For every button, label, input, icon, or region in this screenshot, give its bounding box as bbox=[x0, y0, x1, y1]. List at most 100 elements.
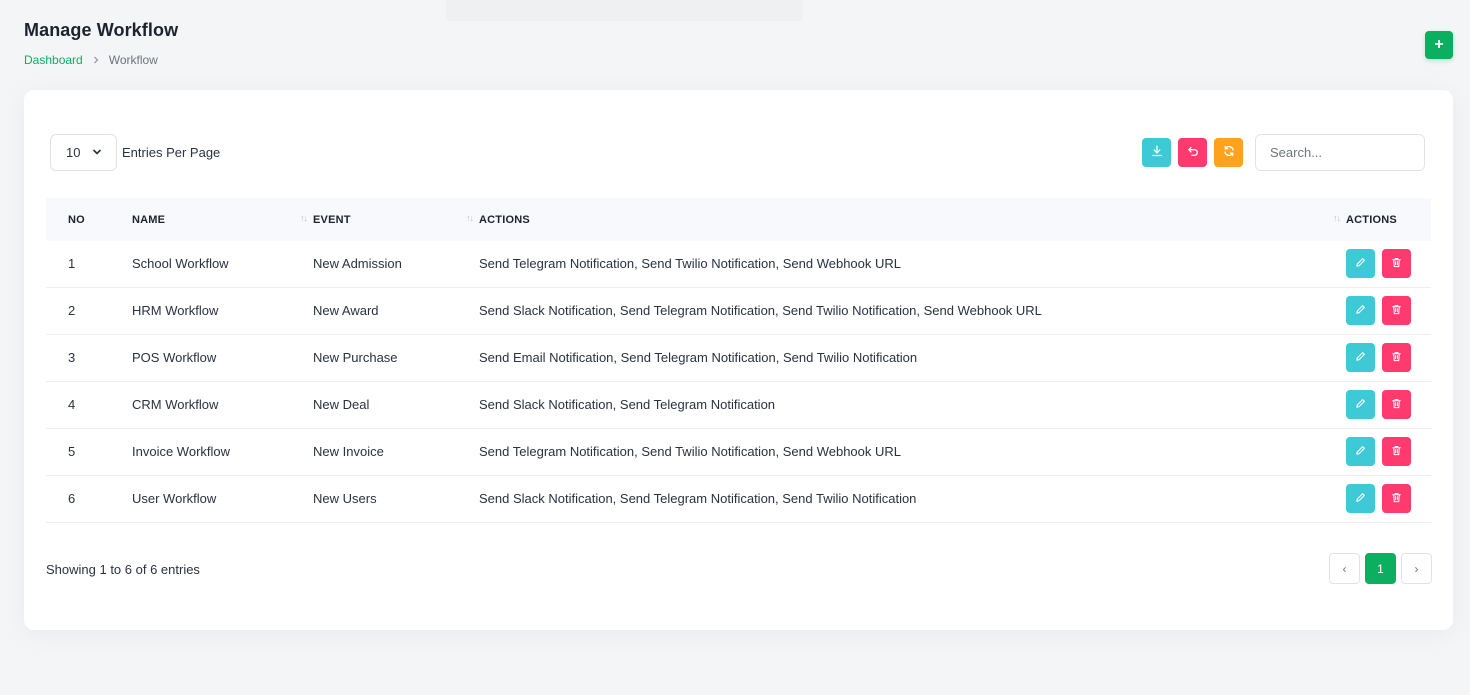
sort-icon: ↑↓ bbox=[300, 213, 308, 223]
pencil-icon bbox=[1355, 491, 1366, 506]
chevron-down-icon bbox=[92, 145, 102, 160]
column-header-actions-list[interactable]: ACTIONS ↑↓ bbox=[479, 198, 1346, 241]
topbar-search-area bbox=[446, 0, 803, 21]
delete-button[interactable] bbox=[1382, 437, 1411, 466]
refresh-icon bbox=[1223, 144, 1235, 162]
chevron-right-icon: › bbox=[1414, 561, 1419, 576]
pencil-icon bbox=[1355, 350, 1366, 365]
workflow-card: 10 Entries Per Page NO bbox=[24, 90, 1453, 630]
delete-button[interactable] bbox=[1382, 296, 1411, 325]
row-actions-list: Send Telegram Notification, Send Twilio … bbox=[479, 256, 902, 272]
row-event: New Purchase bbox=[313, 350, 398, 365]
row-name: Invoice Workflow bbox=[132, 444, 231, 459]
row-event: New Deal bbox=[313, 397, 370, 412]
per-page-label: Entries Per Page bbox=[122, 145, 221, 160]
row-actions-list: Send Telegram Notification, Send Twilio … bbox=[479, 444, 902, 459]
undo-icon bbox=[1187, 144, 1199, 162]
reload-button[interactable] bbox=[1214, 138, 1243, 167]
delete-button[interactable] bbox=[1382, 484, 1411, 513]
trash-icon bbox=[1391, 350, 1402, 365]
row-no: 3 bbox=[68, 350, 76, 365]
chevron-right-icon bbox=[92, 53, 100, 67]
column-header-event[interactable]: EVENT ↑↓ bbox=[313, 198, 479, 241]
per-page-control: 10 Entries Per Page bbox=[50, 134, 220, 171]
page-title: Manage Workflow bbox=[24, 20, 179, 40]
row-actions-list: Send Email Notification, Send Telegram N… bbox=[479, 350, 918, 365]
row-event: New Invoice bbox=[313, 444, 384, 459]
chevron-left-icon: ‹ bbox=[1342, 561, 1347, 576]
sort-icon: ↑↓ bbox=[466, 213, 474, 223]
breadcrumb: Dashboard Workflow bbox=[24, 53, 178, 67]
per-page-select[interactable]: 10 bbox=[50, 134, 117, 171]
breadcrumb-current: Workflow bbox=[108, 53, 158, 67]
column-header-actions: ACTIONS bbox=[1346, 213, 1397, 226]
trash-icon bbox=[1391, 491, 1402, 506]
table-tools bbox=[1142, 138, 1243, 167]
table-row: 1 School Workflow New Admission Send Tel… bbox=[46, 241, 1431, 287]
workflow-table: NO NAME ↑↓ EVENT ↑↓ ACTIONS ↑↓ ACTIONS 1 bbox=[46, 198, 1431, 523]
edit-button[interactable] bbox=[1346, 390, 1375, 419]
row-action-buttons bbox=[1346, 381, 1431, 428]
row-name: HRM Workflow bbox=[132, 303, 219, 318]
table-header-row: NO NAME ↑↓ EVENT ↑↓ ACTIONS ↑↓ ACTIONS bbox=[46, 198, 1431, 241]
row-action-buttons bbox=[1346, 241, 1431, 287]
row-actions-list: Send Slack Notification, Send Telegram N… bbox=[479, 397, 776, 412]
export-button[interactable] bbox=[1142, 138, 1171, 167]
pencil-icon bbox=[1355, 303, 1366, 318]
page-button-1[interactable]: 1 bbox=[1365, 553, 1396, 584]
table-info: Showing 1 to 6 of 6 entries bbox=[46, 562, 200, 577]
row-no: 4 bbox=[68, 397, 76, 412]
trash-icon bbox=[1391, 303, 1402, 318]
edit-button[interactable] bbox=[1346, 249, 1375, 279]
table-row: 5 Invoice Workflow New Invoice Send Tele… bbox=[46, 428, 1431, 475]
add-workflow-button[interactable]: + bbox=[1425, 31, 1453, 59]
edit-button[interactable] bbox=[1346, 343, 1375, 372]
search-input[interactable] bbox=[1255, 134, 1425, 171]
edit-button[interactable] bbox=[1346, 484, 1375, 513]
reset-button[interactable] bbox=[1178, 138, 1207, 167]
delete-button[interactable] bbox=[1382, 249, 1411, 279]
row-no: 6 bbox=[68, 491, 76, 506]
trash-icon bbox=[1391, 256, 1402, 271]
table-row: 2 HRM Workflow New Award Send Slack Noti… bbox=[46, 287, 1431, 334]
table-row: 3 POS Workflow New Purchase Send Email N… bbox=[46, 334, 1431, 381]
row-actions-list: Send Slack Notification, Send Telegram N… bbox=[479, 491, 917, 506]
pencil-icon bbox=[1355, 444, 1366, 459]
breadcrumb-dashboard-link[interactable]: Dashboard bbox=[24, 53, 83, 67]
row-action-buttons bbox=[1346, 334, 1431, 381]
row-no: 5 bbox=[68, 444, 76, 459]
sort-icon: ↑↓ bbox=[1333, 213, 1341, 223]
column-header-no[interactable]: NO bbox=[46, 198, 132, 241]
table-row: 6 User Workflow New Users Send Slack Not… bbox=[46, 475, 1431, 522]
pagination: ‹ 1 › bbox=[1329, 553, 1432, 584]
row-actions-list: Send Slack Notification, Send Telegram N… bbox=[479, 303, 1042, 318]
row-name: School Workflow bbox=[132, 256, 229, 272]
row-event: New Admission bbox=[313, 256, 402, 272]
pencil-icon bbox=[1355, 397, 1366, 412]
row-no: 1 bbox=[68, 256, 76, 272]
page-header: Manage Workflow Dashboard Workflow bbox=[24, 20, 178, 67]
plus-icon: + bbox=[1434, 36, 1444, 53]
prev-page-button[interactable]: ‹ bbox=[1329, 553, 1360, 584]
trash-icon bbox=[1391, 444, 1402, 459]
row-event: New Award bbox=[313, 303, 379, 318]
delete-button[interactable] bbox=[1382, 343, 1411, 372]
row-no: 2 bbox=[68, 303, 76, 318]
trash-icon bbox=[1391, 397, 1402, 412]
edit-button[interactable] bbox=[1346, 437, 1375, 466]
download-icon bbox=[1151, 144, 1163, 162]
row-event: New Users bbox=[313, 491, 377, 506]
per-page-value: 10 bbox=[66, 145, 81, 160]
pencil-icon bbox=[1355, 256, 1366, 271]
row-action-buttons bbox=[1346, 428, 1431, 475]
delete-button[interactable] bbox=[1382, 390, 1411, 419]
column-header-name[interactable]: NAME ↑↓ bbox=[132, 198, 313, 241]
row-action-buttons bbox=[1346, 287, 1431, 334]
edit-button[interactable] bbox=[1346, 296, 1375, 325]
row-name: POS Workflow bbox=[132, 350, 217, 365]
row-action-buttons bbox=[1346, 475, 1431, 522]
row-name: CRM Workflow bbox=[132, 397, 219, 412]
next-page-button[interactable]: › bbox=[1401, 553, 1432, 584]
table-row: 4 CRM Workflow New Deal Send Slack Notif… bbox=[46, 381, 1431, 428]
row-name: User Workflow bbox=[132, 491, 217, 506]
